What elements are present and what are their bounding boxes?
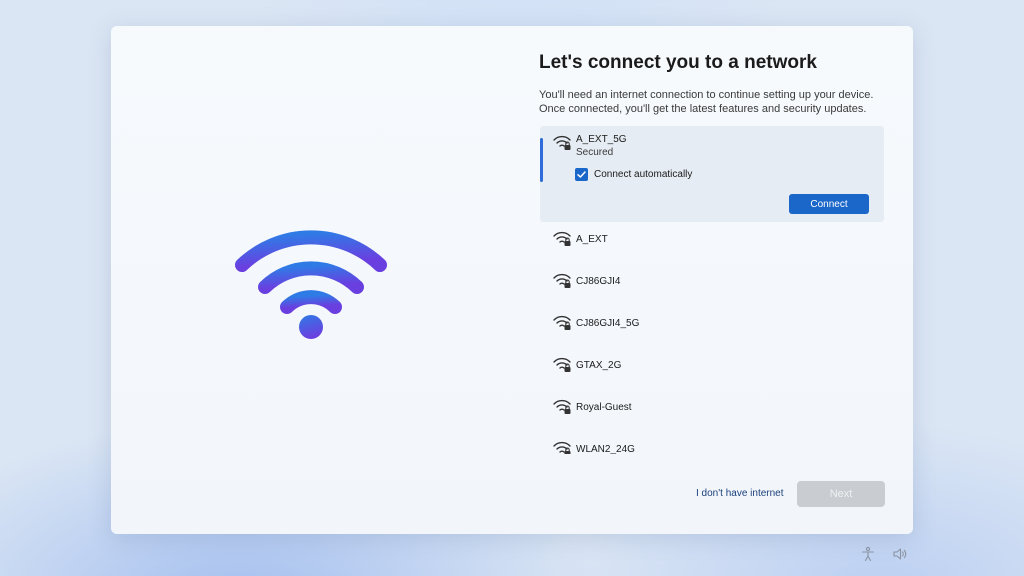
network-name: WLAN2_24G — [576, 444, 635, 454]
no-internet-link[interactable]: I don't have internet — [696, 488, 784, 499]
network-name: Royal-Guest — [576, 402, 632, 413]
network-name: GTAX_2G — [576, 360, 622, 371]
page-title: Let's connect you to a network — [539, 52, 817, 73]
network-item[interactable]: CJ86GJI4 — [540, 266, 884, 308]
wifi-secured-icon — [553, 315, 571, 330]
wifi-secured-icon — [553, 273, 571, 288]
wifi-secured-icon — [553, 135, 571, 150]
network-status: Secured — [576, 147, 614, 158]
network-item[interactable]: GTAX_2G — [540, 350, 884, 392]
network-name: CJ86GJI4_5G — [576, 318, 640, 329]
next-button[interactable]: Next — [797, 481, 885, 507]
network-list[interactable]: A_EXT_5G Secured Connect automatically C… — [540, 126, 884, 454]
network-item[interactable]: A_EXT — [540, 224, 884, 266]
wifi-secured-icon — [553, 399, 571, 414]
volume-icon[interactable] — [892, 546, 908, 562]
accessibility-icon[interactable] — [860, 546, 876, 562]
network-name: CJ86GJI4 — [576, 276, 621, 287]
network-item[interactable]: WLAN2_24G — [540, 434, 884, 454]
selection-indicator — [540, 138, 543, 182]
network-name: A_EXT — [576, 234, 608, 245]
wifi-secured-icon — [553, 357, 571, 372]
wifi-illustration-icon — [235, 230, 387, 339]
network-name: A_EXT_5G — [576, 134, 627, 145]
checkbox-checked-icon[interactable] — [575, 168, 588, 181]
wifi-secured-icon — [553, 231, 571, 246]
network-item[interactable]: Royal-Guest — [540, 392, 884, 434]
connect-automatically-label: Connect automatically — [594, 169, 693, 180]
connect-button[interactable]: Connect — [789, 194, 869, 214]
wifi-secured-icon — [553, 441, 571, 454]
page-subtitle: You'll need an internet connection to co… — [539, 89, 874, 115]
network-item[interactable]: CJ86GJI4_5G — [540, 308, 884, 350]
network-item-selected[interactable]: A_EXT_5G Secured Connect automatically C… — [540, 126, 884, 222]
